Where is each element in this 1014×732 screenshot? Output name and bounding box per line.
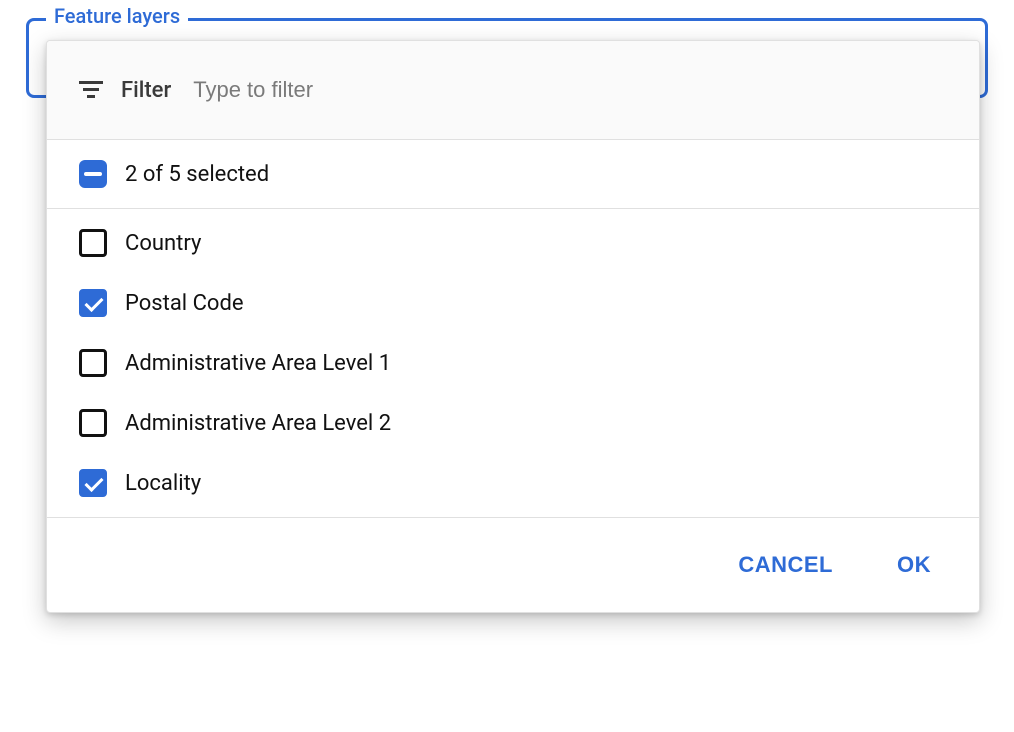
checkbox-icon xyxy=(79,289,107,317)
indeterminate-checkbox-icon xyxy=(79,160,107,188)
option-country[interactable]: Country xyxy=(79,229,947,257)
option-admin-area-2[interactable]: Administrative Area Level 2 xyxy=(79,409,947,437)
checkbox-icon xyxy=(79,409,107,437)
feature-layers-legend: Feature layers xyxy=(46,4,188,28)
cancel-button[interactable]: CANCEL xyxy=(730,546,841,584)
filter-label: Filter xyxy=(121,78,171,103)
ok-button[interactable]: OK xyxy=(889,546,939,584)
option-label: Administrative Area Level 1 xyxy=(125,351,391,376)
feature-layers-dropdown: Filter 2 of 5 selected Country Postal Co… xyxy=(46,40,980,613)
options-list: Country Postal Code Administrative Area … xyxy=(47,209,979,518)
option-label: Country xyxy=(125,231,201,256)
filter-icon xyxy=(79,81,103,99)
select-all-row[interactable]: 2 of 5 selected xyxy=(47,140,979,209)
filter-input[interactable] xyxy=(193,77,951,103)
checkbox-icon xyxy=(79,469,107,497)
checkbox-icon xyxy=(79,349,107,377)
dialog-actions: CANCEL OK xyxy=(47,518,979,612)
option-postal-code[interactable]: Postal Code xyxy=(79,289,947,317)
option-admin-area-1[interactable]: Administrative Area Level 1 xyxy=(79,349,947,377)
checkbox-icon xyxy=(79,229,107,257)
filter-bar: Filter xyxy=(47,41,979,140)
option-label: Postal Code xyxy=(125,291,244,316)
option-label: Administrative Area Level 2 xyxy=(125,411,391,436)
option-locality[interactable]: Locality xyxy=(79,469,947,497)
selection-summary: 2 of 5 selected xyxy=(125,162,269,187)
option-label: Locality xyxy=(125,471,201,496)
